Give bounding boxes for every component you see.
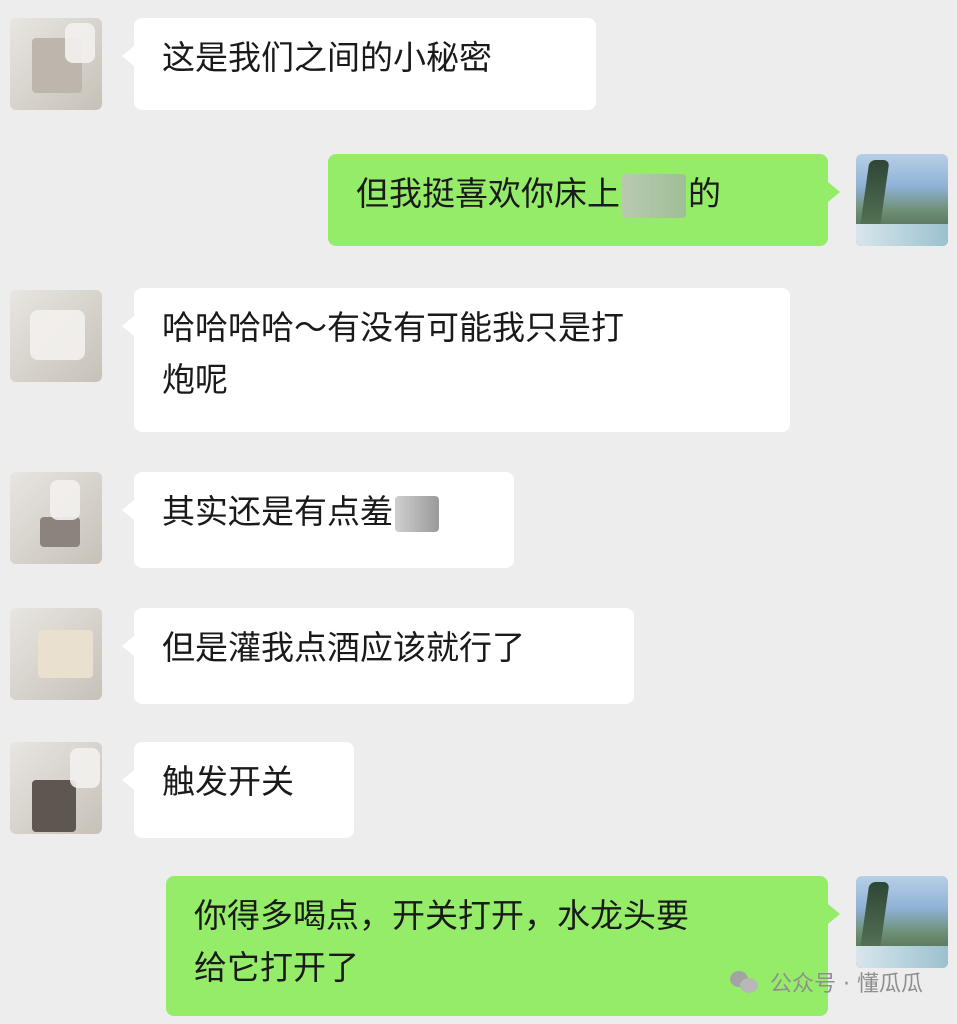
message-bubble-outgoing[interactable]: 但我挺喜欢你床上 的	[328, 154, 840, 246]
message-text: 触发开关	[162, 762, 294, 801]
blurred-censor	[395, 495, 439, 532]
message-bubble-incoming[interactable]: 这是我们之间的小秘密	[122, 18, 596, 110]
message-text: 其实还是有点羞	[162, 492, 393, 531]
contact-avatar[interactable]	[10, 472, 102, 564]
wechat-icon	[730, 969, 760, 995]
message-bubble-incoming[interactable]: 其实还是有点羞	[122, 472, 514, 568]
message-bubble-outgoing[interactable]: 你得多喝点，开关打开，水龙头要 给它打开了	[166, 876, 840, 1016]
message-text-line: 炮呢	[162, 360, 228, 399]
message-bubble-incoming[interactable]: 但是灌我点酒应该就行了	[122, 608, 634, 704]
message-bubble-incoming[interactable]: 触发开关	[122, 742, 354, 838]
message-bubble-incoming[interactable]: 哈哈哈哈～有没有可能我只是打 炮呢	[122, 288, 790, 432]
message-text: 但我挺喜欢你床上	[356, 174, 620, 213]
message-text-line: 哈哈哈哈～有没有可能我只是打	[162, 308, 624, 347]
watermark-text: 公众号 · 懂瓜瓜	[770, 972, 923, 997]
my-avatar[interactable]	[856, 154, 948, 246]
blurred-censor	[622, 173, 686, 218]
contact-avatar[interactable]	[10, 608, 102, 700]
watermark: 公众号 · 懂瓜瓜	[730, 966, 923, 998]
message-text: 这是我们之间的小秘密	[162, 38, 492, 77]
message-text: 的	[688, 174, 721, 213]
contact-avatar[interactable]	[10, 290, 102, 382]
my-avatar[interactable]	[856, 876, 948, 968]
contact-avatar[interactable]	[10, 742, 102, 834]
message-text-line: 你得多喝点，开关打开，水龙头要	[194, 896, 689, 935]
message-text-line: 给它打开了	[194, 948, 359, 987]
message-text: 但是灌我点酒应该就行了	[162, 628, 525, 667]
contact-avatar[interactable]	[10, 18, 102, 110]
